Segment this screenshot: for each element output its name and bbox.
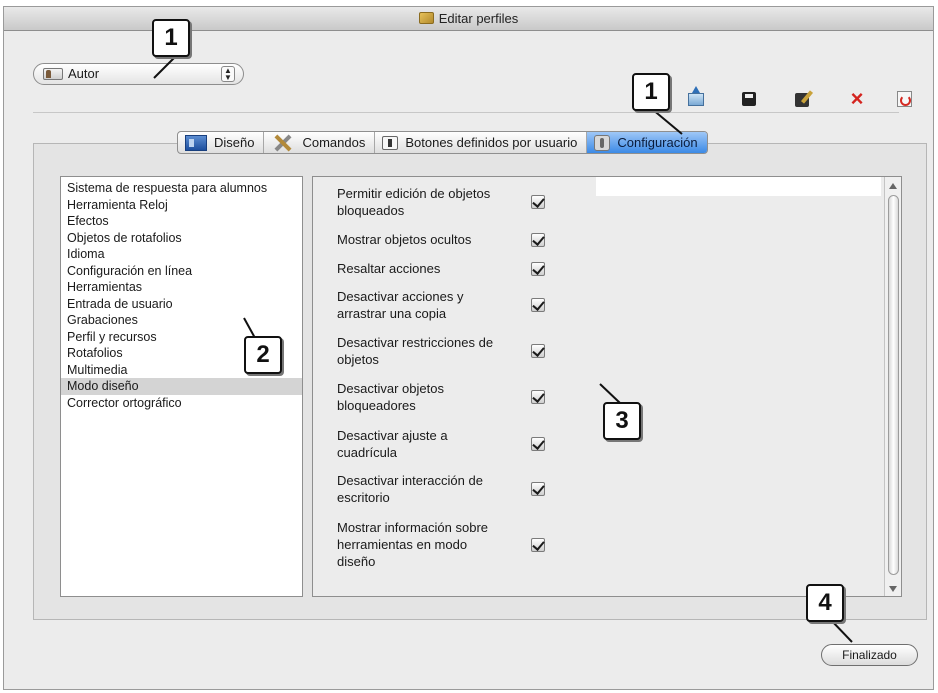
setting-row: Desactivar interacción de escritorio: [312, 472, 552, 506]
tab-comandos-label: Comandos: [302, 135, 366, 150]
list-item[interactable]: Objetos de rotafolios: [61, 230, 302, 247]
profile-select[interactable]: Autor ▲ ▼: [33, 63, 244, 85]
list-item[interactable]: Configuración en línea: [61, 263, 302, 280]
setting-checkbox[interactable]: [531, 195, 545, 209]
settings-header-strip: [596, 177, 881, 196]
setting-label: Desactivar ajuste a cuadrícula: [337, 428, 448, 460]
tab-diseno[interactable]: Diseño: [178, 132, 265, 153]
tab-configuracion[interactable]: Configuración: [587, 132, 707, 153]
category-list: Sistema de respuesta para alumnos Herram…: [60, 176, 303, 597]
scroll-up-arrow-icon[interactable]: [889, 183, 897, 189]
list-item[interactable]: Corrector ortográfico: [61, 395, 302, 412]
tab-botones-label: Botones definidos por usuario: [405, 135, 578, 150]
setting-checkbox[interactable]: [531, 437, 545, 451]
tab-bar: Diseño Comandos Botones definidos por us…: [177, 131, 708, 154]
setting-label: Permitir edición de objetos bloqueados: [337, 186, 491, 218]
list-item[interactable]: Efectos: [61, 213, 302, 230]
setting-checkbox[interactable]: [531, 232, 545, 247]
setting-label: Desactivar objetos bloqueadores: [337, 381, 444, 413]
window-title: Editar perfiles: [438, 11, 519, 26]
setting-row: Permitir edición de objetos bloqueados: [312, 185, 552, 219]
delete-icon[interactable]: ×: [844, 86, 870, 112]
setting-checkbox[interactable]: [531, 537, 545, 552]
user-buttons-icon: [382, 135, 399, 150]
callout-1-config-tab: 1: [632, 73, 670, 111]
list-item[interactable]: Herramienta Reloj: [61, 197, 302, 214]
callout-1-profile: 1: [152, 19, 190, 57]
tools-icon: [271, 135, 295, 151]
setting-row: Mostrar información sobre herramientas e…: [312, 519, 552, 570]
scrollbar[interactable]: [884, 177, 901, 596]
save-as-icon[interactable]: [791, 86, 817, 112]
list-item[interactable]: Sistema de respuesta para alumnos: [61, 180, 302, 197]
export-profile-icon[interactable]: [683, 86, 709, 112]
chevron-updown-icon: ▲ ▼: [221, 66, 235, 82]
setting-label: Desactivar interacción de escritorio: [337, 473, 483, 505]
setting-row: Desactivar objetos bloqueadores: [312, 380, 552, 414]
callout-2-categories: 2: [244, 336, 282, 374]
reset-icon[interactable]: [891, 86, 917, 112]
profile-icon: [43, 68, 63, 80]
tab-botones-usuario[interactable]: Botones definidos por usuario: [375, 132, 588, 153]
setting-row: Desactivar ajuste a cuadrícula: [312, 427, 552, 461]
setting-row: Mostrar objetos ocultos: [312, 231, 552, 248]
finalizado-button[interactable]: Finalizado: [821, 644, 918, 666]
scroll-down-arrow-icon[interactable]: [889, 586, 897, 592]
callout-4-done: 4: [806, 584, 844, 622]
setting-label: Desactivar acciones y arrastrar una copi…: [337, 289, 464, 321]
tab-comandos[interactable]: Comandos: [264, 132, 376, 153]
list-item-selected[interactable]: Modo diseño: [61, 378, 302, 395]
list-item[interactable]: Herramientas: [61, 279, 302, 296]
profile-select-value: Autor: [68, 66, 100, 81]
setting-row: Resaltar acciones: [312, 260, 552, 277]
setting-checkbox[interactable]: [531, 482, 545, 496]
list-item[interactable]: Entrada de usuario: [61, 296, 302, 313]
list-item[interactable]: Idioma: [61, 246, 302, 263]
setting-label: Mostrar información sobre herramientas e…: [337, 520, 488, 569]
callout-3-settings: 3: [603, 402, 641, 440]
setting-label: Resaltar acciones: [337, 261, 441, 276]
toolbar-separator: [33, 112, 899, 113]
setting-label: Desactivar restricciones de objetos: [337, 335, 494, 367]
design-icon: [185, 134, 207, 151]
setting-row: Desactivar acciones y arrastrar una copi…: [312, 288, 552, 322]
setting-checkbox[interactable]: [531, 390, 545, 404]
tab-diseno-label: Diseño: [214, 135, 255, 150]
list-item[interactable]: Grabaciones: [61, 312, 302, 329]
save-icon[interactable]: [736, 86, 762, 112]
app-icon: [418, 12, 434, 24]
settings-icon: [594, 134, 611, 151]
title-bar: Editar perfiles: [4, 7, 933, 31]
setting-checkbox[interactable]: [531, 298, 545, 312]
setting-checkbox[interactable]: [531, 344, 545, 358]
setting-checkbox[interactable]: [531, 261, 545, 276]
tab-configuracion-label: Configuración: [617, 135, 698, 150]
scroll-thumb[interactable]: [888, 195, 899, 575]
setting-label: Mostrar objetos ocultos: [337, 232, 472, 247]
setting-row: Desactivar restricciones de objetos: [312, 334, 552, 368]
